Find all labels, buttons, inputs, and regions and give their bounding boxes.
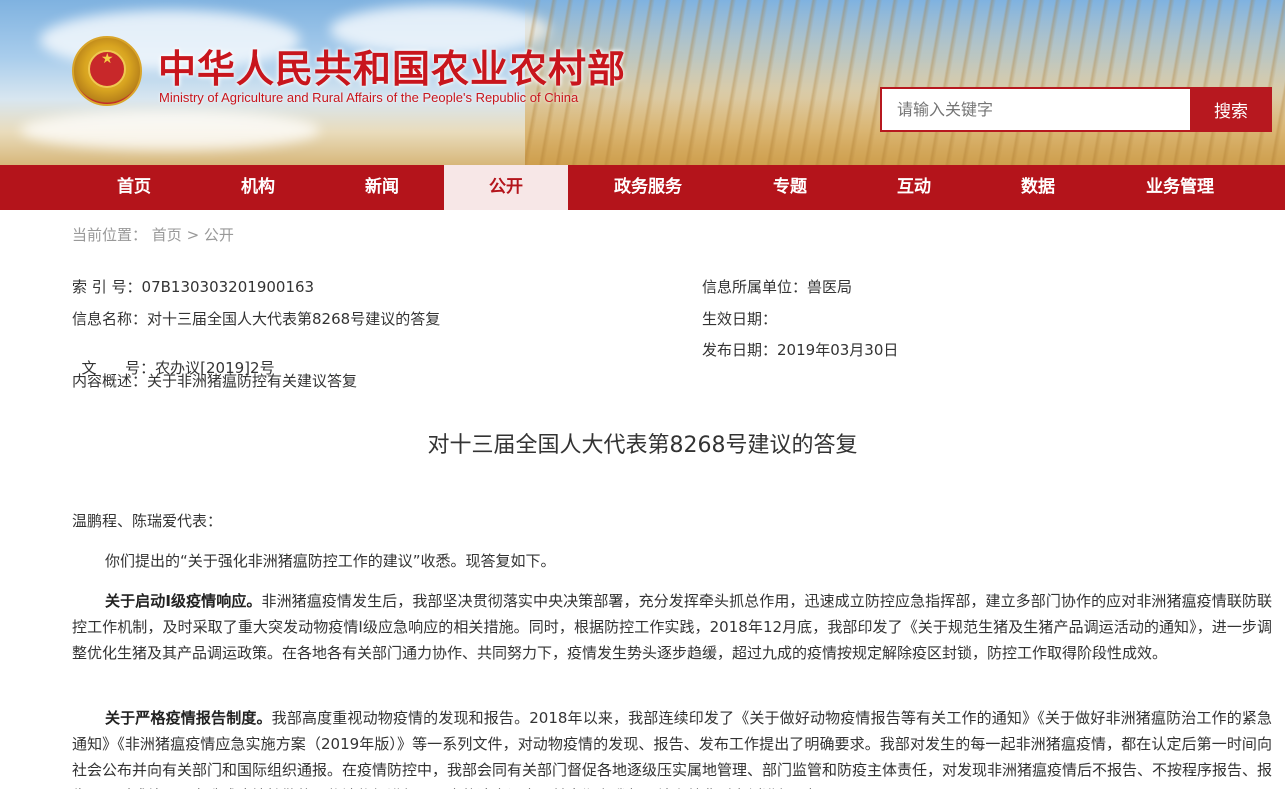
meta-publish-label: 发布日期： bbox=[702, 341, 778, 359]
header-banner: ★ 中华人民共和国农业农村部 Ministry of Agriculture a… bbox=[0, 0, 1285, 165]
meta-publish-value: 2019年03月30日 bbox=[777, 341, 899, 359]
meta-unit: 信息所属单位：兽医局 bbox=[702, 276, 852, 297]
site-subtitle: Ministry of Agriculture and Rural Affair… bbox=[159, 90, 579, 105]
main-nav: 首页 机构 新闻 公开 政务服务 专题 互动 数据 业务管理 bbox=[0, 165, 1285, 210]
meta-name-label: 信息名称： bbox=[72, 310, 148, 328]
national-emblem-icon: ★ bbox=[72, 36, 142, 106]
nav-item-news[interactable]: 新闻 bbox=[320, 165, 444, 210]
document-intro: 你们提出的“关于强化非洲猪瘟防控工作的建议”收悉。现答复如下。 bbox=[72, 548, 1272, 574]
meta-unit-label: 信息所属单位： bbox=[702, 278, 808, 296]
meta-effective-date: 生效日期： bbox=[702, 308, 777, 329]
document-salutation: 温鹏程、陈瑞爱代表： bbox=[72, 512, 223, 530]
site-title: 中华人民共和国农业农村部 bbox=[158, 46, 627, 91]
breadcrumb-home-link[interactable]: 首页 bbox=[152, 226, 182, 244]
paragraph-1-heading: 关于启动I级疫情响应。 bbox=[105, 592, 262, 610]
nav-item-business-management[interactable]: 业务管理 bbox=[1100, 165, 1260, 210]
nav-item-data[interactable]: 数据 bbox=[976, 165, 1100, 210]
meta-index-value: 07B130303201900163 bbox=[141, 278, 315, 296]
breadcrumb: 当前位置： 首页 > 公开 bbox=[72, 224, 234, 245]
nav-item-government-services[interactable]: 政务服务 bbox=[568, 165, 728, 210]
paragraph-2-heading: 关于严格疫情报告制度。 bbox=[105, 709, 272, 727]
breadcrumb-separator: > bbox=[181, 226, 204, 244]
meta-index: 索 引 号：07B130303201900163 bbox=[72, 276, 314, 297]
meta-summary: 内容概述：关于非洲猪瘟防控有关建议答复 bbox=[72, 370, 357, 391]
meta-summary-label: 内容概述： bbox=[72, 372, 148, 390]
meta-index-label: 索 引 号： bbox=[72, 278, 142, 296]
nav-item-public[interactable]: 公开 bbox=[444, 165, 568, 210]
wheat-field-background bbox=[525, 0, 1285, 165]
meta-name: 信息名称：对十三届全国人大代表第8268号建议的答复 bbox=[72, 308, 440, 329]
nav-item-home[interactable]: 首页 bbox=[72, 165, 196, 210]
breadcrumb-current-link[interactable]: 公开 bbox=[204, 226, 234, 244]
breadcrumb-prefix: 当前位置： bbox=[72, 226, 148, 244]
nav-item-interaction[interactable]: 互动 bbox=[852, 165, 976, 210]
search-button[interactable]: 搜索 bbox=[1190, 87, 1272, 132]
meta-name-value: 对十三届全国人大代表第8268号建议的答复 bbox=[147, 310, 441, 328]
intro-text: 你们提出的“关于强化非洲猪瘟防控工作的建议”收悉。现答复如下。 bbox=[105, 552, 556, 570]
cloud-decoration bbox=[20, 110, 320, 150]
document-paragraph-2: 关于严格疫情报告制度。我部高度重视动物疫情的发现和报告。2018年以来，我部连续… bbox=[72, 705, 1272, 789]
search-input[interactable] bbox=[880, 87, 1191, 132]
meta-summary-value: 关于非洲猪瘟防控有关建议答复 bbox=[147, 372, 358, 390]
meta-effective-label: 生效日期： bbox=[702, 310, 778, 328]
meta-publish-date: 发布日期：2019年03月30日 bbox=[702, 339, 898, 360]
meta-unit-value: 兽医局 bbox=[807, 278, 853, 296]
document-paragraph-1: 关于启动I级疫情响应。非洲猪瘟疫情发生后，我部坚决贯彻落实中央决策部署，充分发挥… bbox=[72, 588, 1272, 666]
nav-item-organization[interactable]: 机构 bbox=[196, 165, 320, 210]
nav-item-topics[interactable]: 专题 bbox=[728, 165, 852, 210]
document-title: 对十三届全国人大代表第8268号建议的答复 bbox=[427, 433, 858, 458]
